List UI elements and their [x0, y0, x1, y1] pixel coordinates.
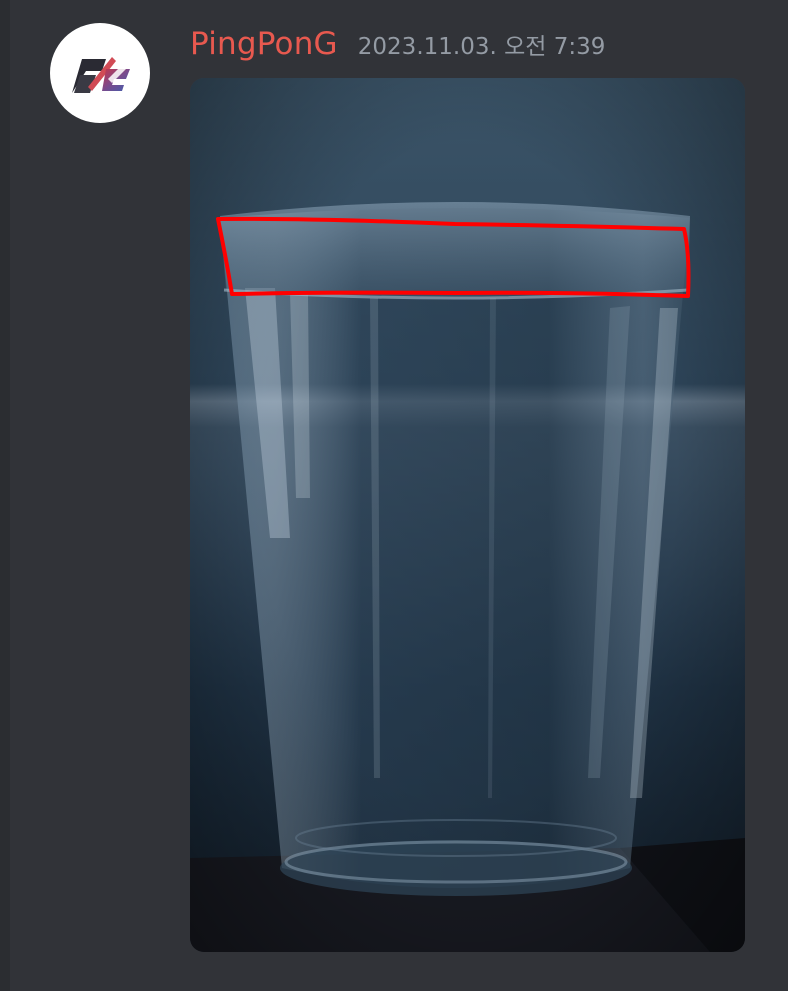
image-attachment[interactable]	[190, 78, 745, 952]
message-timestamp[interactable]: 2023.11.03. 오전 7:39	[358, 27, 606, 61]
pg-logo-icon	[72, 57, 130, 93]
chat-message: PingPonG 2023.11.03. 오전 7:39	[0, 0, 788, 991]
author-username[interactable]: PingPonG	[190, 26, 338, 62]
glass-photo	[190, 78, 745, 952]
message-header: PingPonG 2023.11.03. 오전 7:39	[190, 26, 605, 66]
user-avatar[interactable]	[50, 23, 150, 123]
